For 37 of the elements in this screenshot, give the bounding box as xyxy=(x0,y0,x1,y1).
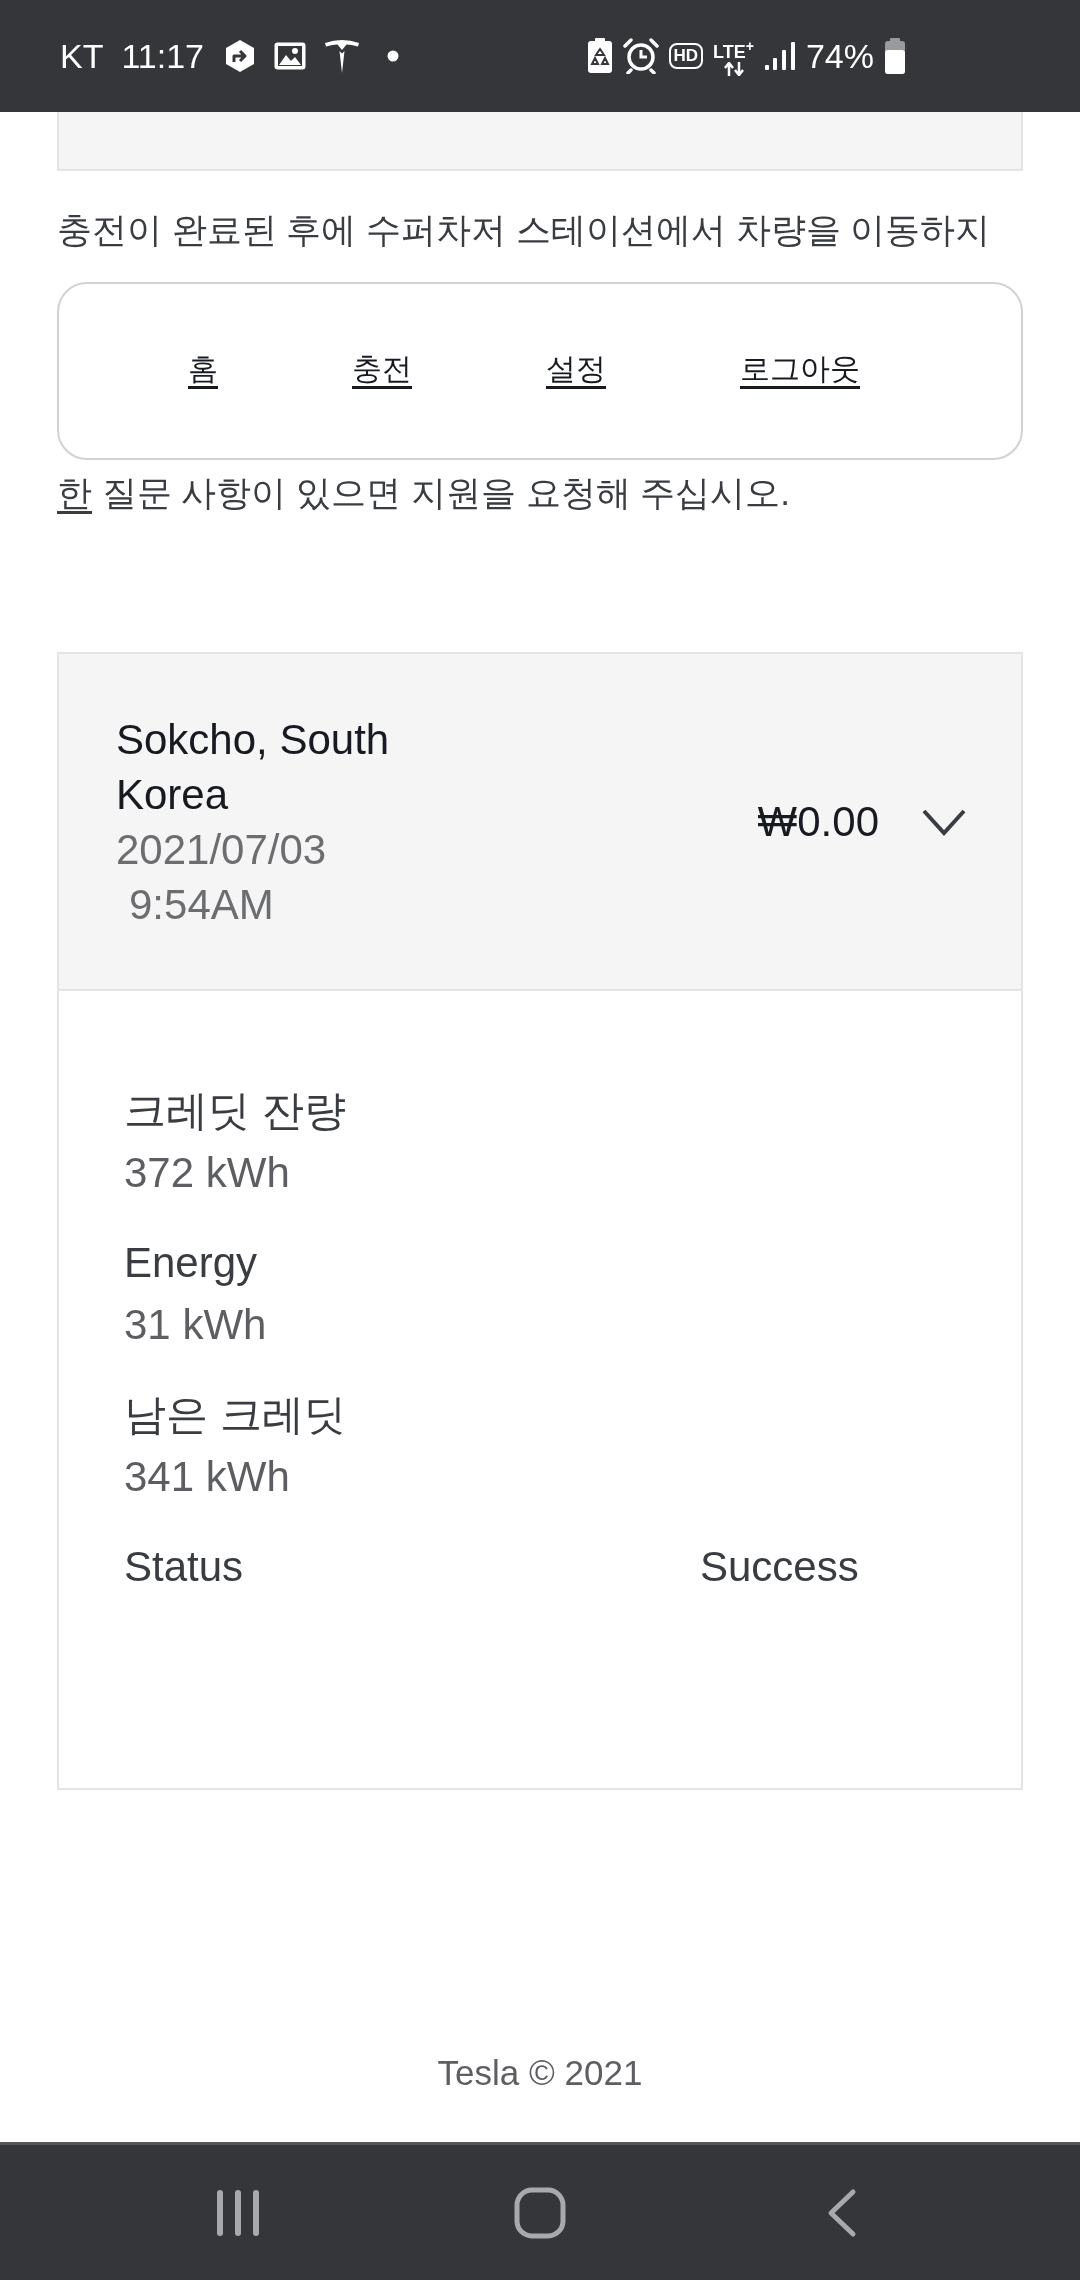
battery-recycle-icon xyxy=(586,38,613,74)
home-icon[interactable] xyxy=(514,2186,566,2239)
clock-time: 11:17 xyxy=(121,36,204,76)
detail-value: 341 kWh xyxy=(124,1452,291,1502)
nav-link[interactable]: 로그아웃 xyxy=(740,347,860,395)
copyright-text: Tesla © 2021 xyxy=(436,2052,644,2094)
nav-link[interactable]: 홈 xyxy=(188,347,218,395)
notice-text: 한 질문 사항이 있으면 지원을 요청해 주십시오. xyxy=(57,472,792,514)
amount-text: ₩0.00 xyxy=(757,797,879,847)
detail-label: 크레딧 잔량 xyxy=(124,1086,347,1136)
status-value: Success xyxy=(700,1542,859,1592)
nav-link[interactable]: 설정 xyxy=(546,347,606,395)
session-time: 9:54AM xyxy=(128,879,275,930)
session-header[interactable]: Sokcho, South Korea 2021/07/03 9:54AM ₩0.00 xyxy=(59,654,1021,991)
back-icon[interactable] xyxy=(827,2187,857,2238)
signal-icon xyxy=(763,41,796,71)
session-date: 2021/07/03 xyxy=(116,824,328,875)
detail-label: Energy xyxy=(124,1238,259,1288)
detail-value: 31 kWh xyxy=(124,1300,268,1350)
status-label: Status xyxy=(124,1542,244,1592)
network-type: LTE$^{+}$ xyxy=(713,37,754,62)
data-arrows-icon xyxy=(722,62,745,76)
recents-icon[interactable] xyxy=(216,2188,260,2237)
hexagon-arrow-icon xyxy=(224,39,256,73)
detail-label: 남은 크레딧 xyxy=(124,1390,347,1440)
nav-link[interactable]: 충전 xyxy=(352,347,412,395)
notice-text: 충전이 완료된 후에 수퍼차저 스테이션에서 차량을 이동하지 xyxy=(57,209,992,251)
hd-label: HD xyxy=(668,43,704,69)
battery-icon xyxy=(884,38,906,74)
image-icon xyxy=(273,41,307,71)
battery-percent: 74% xyxy=(805,36,874,76)
carrier-name: KT xyxy=(60,36,104,76)
location-text: Sokcho, South Korea xyxy=(116,714,391,820)
detail-value: 372 kWh xyxy=(124,1148,291,1198)
dot-icon xyxy=(387,50,399,62)
alarm-clock-icon xyxy=(622,38,659,74)
support-link[interactable]: 한 xyxy=(57,473,92,512)
